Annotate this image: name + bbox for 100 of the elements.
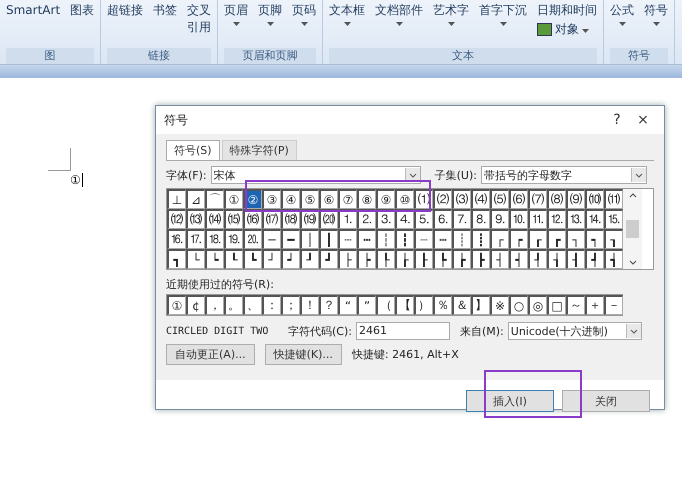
symbol-cell[interactable]: ⒅ bbox=[281, 209, 300, 229]
ribbon-button[interactable]: 文档部件 bbox=[375, 2, 424, 26]
dialog-close-button[interactable]: 关闭 bbox=[562, 390, 650, 412]
symbol-cell[interactable]: ④ bbox=[281, 189, 300, 209]
symbol-cell[interactable]: ⒉ bbox=[357, 209, 376, 229]
ribbon-button[interactable]: 交叉 引用 bbox=[187, 2, 212, 36]
symbol-cell[interactable]: ┙ bbox=[281, 249, 300, 269]
dropdown-button[interactable] bbox=[626, 324, 641, 338]
recent-symbol[interactable]: ¢ bbox=[186, 295, 205, 315]
recent-symbol[interactable]: ， bbox=[205, 295, 224, 315]
symbol-cell[interactable]: ⒊ bbox=[376, 209, 395, 229]
recent-symbol[interactable]: 、 bbox=[243, 295, 262, 315]
symbol-cell[interactable]: ┒ bbox=[604, 229, 623, 249]
ribbon-button[interactable]: 图表 bbox=[70, 2, 94, 19]
symbol-cell[interactable]: ⑺ bbox=[528, 189, 547, 209]
symbol-cell[interactable]: ⑶ bbox=[452, 189, 471, 209]
symbol-cell[interactable]: ┅ bbox=[357, 229, 376, 249]
symbol-cell[interactable]: ⊥ bbox=[167, 189, 186, 209]
symbol-cell[interactable]: ⑻ bbox=[547, 189, 566, 209]
symbol-cell[interactable]: ┥ bbox=[509, 249, 528, 269]
symbol-cell[interactable]: ⒁ bbox=[205, 209, 224, 229]
symbol-cell[interactable]: ┖ bbox=[224, 249, 243, 269]
ribbon-button[interactable]: 书签 bbox=[153, 2, 178, 19]
symbol-cell[interactable]: ┉ bbox=[433, 229, 452, 249]
recent-symbol[interactable]: ① bbox=[167, 295, 186, 315]
recent-symbol[interactable]: ○ bbox=[509, 295, 528, 315]
symbol-cell[interactable]: ┑ bbox=[585, 229, 604, 249]
symbol-cell[interactable]: ┝ bbox=[357, 249, 376, 269]
tab[interactable]: 符号(S) bbox=[166, 140, 220, 160]
symbol-cell[interactable]: ┨ bbox=[566, 249, 585, 269]
symbol-cell[interactable]: ⒍ bbox=[433, 209, 452, 229]
symbol-cell[interactable]: │ bbox=[300, 229, 319, 249]
recent-symbol[interactable]: ） bbox=[414, 295, 433, 315]
ribbon-button[interactable]: 文本框 bbox=[329, 2, 366, 26]
recent-symbol[interactable]: ？ bbox=[319, 295, 338, 315]
recent-symbol[interactable]: 。 bbox=[224, 295, 243, 315]
ribbon-button[interactable]: 超链接 bbox=[107, 2, 144, 19]
help-button[interactable]: ? bbox=[604, 112, 630, 128]
recent-symbol[interactable]: ～ bbox=[566, 295, 585, 315]
symbol-cell[interactable]: ┗ bbox=[243, 249, 262, 269]
symbol-cell[interactable]: ⑩ bbox=[395, 189, 414, 209]
symbol-cell[interactable]: ┘ bbox=[262, 249, 281, 269]
recent-symbol[interactable]: □ bbox=[547, 295, 566, 315]
symbol-cell[interactable]: ┣ bbox=[471, 249, 490, 269]
symbol-cell[interactable]: ┛ bbox=[319, 249, 338, 269]
autocorrect-button[interactable]: 自动更正(A)... bbox=[166, 344, 255, 365]
symbol-cell[interactable]: ┆ bbox=[376, 229, 395, 249]
symbol-cell[interactable]: ⒏ bbox=[471, 209, 490, 229]
recent-symbol[interactable]: ％ bbox=[433, 295, 452, 315]
ribbon-button[interactable]: 日期和时间 bbox=[537, 2, 598, 19]
symbol-cell[interactable]: └ bbox=[186, 249, 205, 269]
ribbon-button[interactable]: 对象 bbox=[537, 21, 598, 38]
symbol-cell[interactable]: ─ bbox=[262, 229, 281, 249]
symbol-cell[interactable]: ⊿ bbox=[186, 189, 205, 209]
symbol-cell[interactable]: ⑸ bbox=[490, 189, 509, 209]
symbol-cell[interactable]: ⑽ bbox=[585, 189, 604, 209]
recent-symbol[interactable]: ＋ bbox=[585, 295, 604, 315]
recent-symbol[interactable]: 】 bbox=[471, 295, 490, 315]
symbol-cell[interactable]: ⒙ bbox=[205, 229, 224, 249]
symbol-cell[interactable]: ③ bbox=[262, 189, 281, 209]
font-dropdown[interactable]: 宋体 bbox=[210, 166, 421, 184]
symbol-cell[interactable]: ⑹ bbox=[509, 189, 528, 209]
symbol-cell[interactable]: ⑥ bbox=[319, 189, 338, 209]
recent-symbol[interactable]: 【 bbox=[395, 295, 414, 315]
scroll-down-icon[interactable] bbox=[628, 260, 636, 265]
recent-symbol[interactable]: ◎ bbox=[528, 295, 547, 315]
symbol-cell[interactable]: ⑷ bbox=[471, 189, 490, 209]
ribbon-button[interactable]: 首字下沉 bbox=[479, 2, 528, 26]
symbol-cell[interactable]: ⒔ bbox=[566, 209, 585, 229]
recent-symbol[interactable]: “ bbox=[338, 295, 357, 315]
scroll-thumb[interactable] bbox=[626, 220, 639, 238]
symbol-cell[interactable]: ⒈ bbox=[338, 209, 357, 229]
symbol-cell[interactable]: ┢ bbox=[452, 249, 471, 269]
recent-symbol[interactable]: （ bbox=[376, 295, 395, 315]
symbol-cell[interactable]: ⒃ bbox=[243, 209, 262, 229]
symbol-cell[interactable]: ⒛ bbox=[243, 229, 262, 249]
symbol-cell[interactable]: ┇ bbox=[395, 229, 414, 249]
symbol-cell[interactable]: ┚ bbox=[300, 249, 319, 269]
symbol-cell[interactable]: ┋ bbox=[471, 229, 490, 249]
symbol-cell[interactable]: ⑤ bbox=[300, 189, 319, 209]
recent-symbol[interactable]: ” bbox=[357, 295, 376, 315]
symbol-cell[interactable]: ┧ bbox=[547, 249, 566, 269]
code-field[interactable]: 2461 bbox=[356, 322, 450, 340]
symbol-cell[interactable]: ⒇ bbox=[319, 209, 338, 229]
symbol-cell[interactable]: ├ bbox=[338, 249, 357, 269]
symbol-cell[interactable]: ┍ bbox=[509, 229, 528, 249]
ribbon-button[interactable]: 页脚 bbox=[258, 2, 282, 26]
ribbon-button[interactable]: 页码 bbox=[292, 2, 316, 26]
symbol-cell[interactable]: ┟ bbox=[395, 249, 414, 269]
recent-symbol[interactable]: － bbox=[604, 295, 623, 315]
ribbon-button[interactable]: 符号 bbox=[644, 2, 668, 26]
ribbon-button[interactable]: SmartArt bbox=[6, 2, 60, 19]
recent-symbol[interactable]: ＆ bbox=[452, 295, 471, 315]
symbol-cell[interactable]: ⑿ bbox=[167, 209, 186, 229]
symbol-cell[interactable]: ⒀ bbox=[186, 209, 205, 229]
symbol-cell[interactable]: ⑾ bbox=[604, 189, 623, 209]
ribbon-button[interactable]: 页眉 bbox=[224, 2, 248, 26]
symbol-cell[interactable]: ⑨ bbox=[376, 189, 395, 209]
symbol-cell[interactable]: ⒖ bbox=[604, 209, 623, 229]
symbol-cell[interactable]: ┪ bbox=[604, 249, 623, 269]
